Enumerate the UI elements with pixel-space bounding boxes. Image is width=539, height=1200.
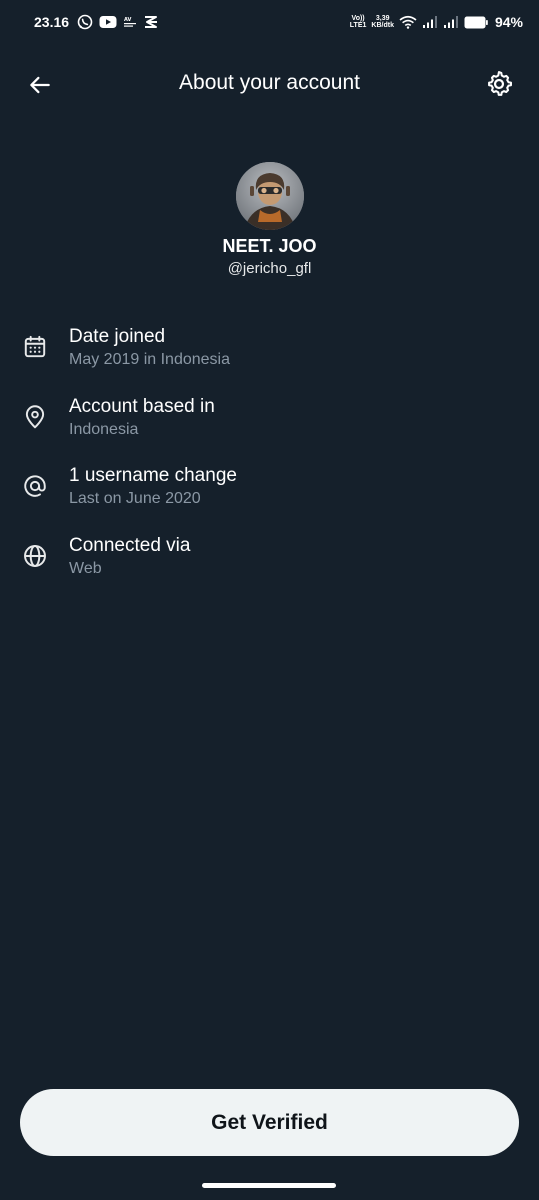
battery-icon xyxy=(464,16,488,29)
network-top-label: Vo)) xyxy=(351,15,365,22)
info-title: Connected via xyxy=(69,534,191,556)
info-title: Date joined xyxy=(69,326,166,347)
info-row-username-change: 1 username change Last on June 2020 xyxy=(0,457,539,527)
network-type: Vo)) LTE1 xyxy=(350,15,367,29)
signal-icon xyxy=(443,15,459,29)
location-pin-icon xyxy=(20,402,50,432)
avatar[interactable] xyxy=(235,162,304,230)
info-row-connected-via: Connected via Web xyxy=(0,527,539,597)
info-subtitle: Indonesia xyxy=(69,420,139,438)
battery-percent: 94% xyxy=(494,14,523,30)
signal-icon xyxy=(422,15,438,29)
calendar-icon xyxy=(20,332,50,362)
username-handle: @jericho_gfl xyxy=(227,260,312,277)
info-subtitle: Last on June 2020 xyxy=(69,490,201,507)
get-verified-button[interactable]: Get Verified xyxy=(20,1089,519,1156)
network-bottom-label: LTE1 xyxy=(349,22,367,29)
status-bar: 23.16 AV Vo)) LTE1 3,39 KB/dtk 94% xyxy=(0,0,539,44)
status-time: 23.16 xyxy=(34,14,70,30)
network-speed: 3,39 KB/dtk xyxy=(371,15,394,29)
whatsapp-icon xyxy=(77,14,93,30)
display-name: NEET. JOO xyxy=(222,236,317,256)
status-left: 23.16 AV xyxy=(34,14,159,30)
status-right: Vo)) LTE1 3,39 KB/dtk 94% xyxy=(350,14,523,30)
info-title: Account based in xyxy=(69,395,215,417)
settings-button[interactable] xyxy=(483,68,515,100)
globe-icon xyxy=(20,541,50,571)
capcut-icon xyxy=(143,15,159,29)
info-subtitle: May 2019 in Indonesia xyxy=(69,351,230,368)
info-row-date-joined: Date joined May 2019 in Indonesia xyxy=(0,318,539,388)
youtube-icon xyxy=(99,15,117,29)
info-row-account-based: Account based in Indonesia xyxy=(0,388,539,458)
news-icon: AV xyxy=(123,15,137,29)
gear-icon xyxy=(488,71,512,96)
home-indicator[interactable] xyxy=(202,1183,336,1188)
account-info-list: Date joined May 2019 in Indonesia Accoun… xyxy=(0,318,539,596)
svg-text:AV: AV xyxy=(124,17,132,23)
speed-value: 3,39 xyxy=(375,15,390,22)
info-subtitle: Web xyxy=(69,559,102,577)
wifi-icon xyxy=(399,15,417,29)
info-title: 1 username change xyxy=(69,465,237,486)
profile-section: NEET. JOO @jericho_gfl xyxy=(0,162,539,277)
page-title: About your account xyxy=(179,71,360,94)
at-sign-icon xyxy=(20,471,50,501)
speed-unit: KB/dtk xyxy=(371,22,394,29)
header: About your account xyxy=(0,56,539,112)
